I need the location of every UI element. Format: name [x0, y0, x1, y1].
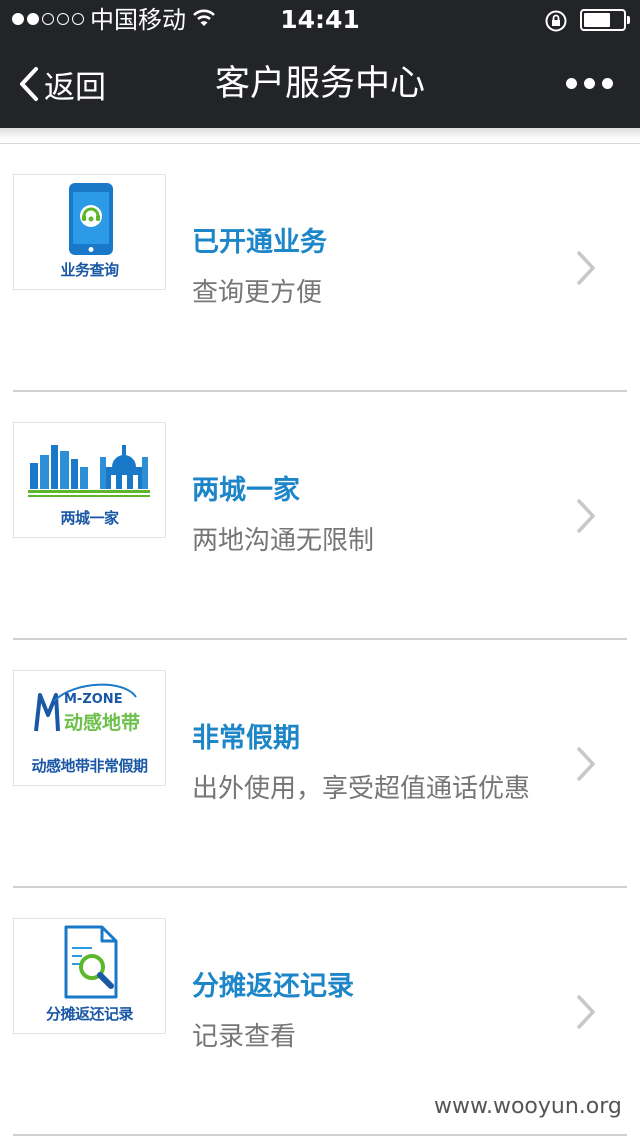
item-description: 查询更方便	[192, 278, 323, 308]
chevron-right-icon	[577, 251, 595, 285]
item-description: 记录查看	[192, 1022, 297, 1052]
thumbnail: 两城一家	[13, 422, 166, 538]
thumbnail: 业务查询	[13, 174, 166, 290]
chevron-right-icon	[577, 747, 595, 781]
item-title: 已开通业务	[192, 227, 327, 258]
thumbnail: 分摊返还记录	[13, 918, 166, 1034]
logo-text: M-ZONE	[64, 692, 123, 707]
thumbnail-caption: 分摊返还记录	[45, 1005, 134, 1023]
battery-tip	[627, 16, 630, 24]
list-item-opened-services[interactable]: 业务查询 已开通业务 查询更方便	[0, 144, 640, 392]
battery-icon	[580, 9, 626, 31]
item-description: 出外使用，享受超值通话优惠	[192, 774, 531, 804]
rotation-lock-icon	[545, 10, 567, 32]
list-item-two-cities[interactable]: 两城一家 两城一家 两地沟通无限制	[0, 392, 640, 640]
thumbnail-caption: 两城一家	[60, 509, 119, 527]
document-search-icon	[64, 925, 118, 999]
item-description: 两地沟通无限制	[192, 526, 375, 556]
thumbnail: M-ZONE 动感地带 动感地带非常假期	[13, 670, 166, 786]
city-skyline-icon	[28, 445, 150, 497]
item-title: 非常假期	[192, 723, 300, 754]
watermark-text: www.wooyun.org	[434, 1094, 622, 1119]
item-title: 两城一家	[192, 475, 300, 506]
service-list: 业务查询 已开通业务 查询更方便 两城一家 两城一家 两地沟通无限制 M-ZON…	[0, 144, 640, 1136]
page-title: 客户服务中心	[214, 64, 425, 104]
thumbnail-caption: 业务查询	[60, 261, 119, 279]
status-bar: 中国移动 14:41	[0, 0, 640, 40]
item-title: 分摊返还记录	[192, 971, 354, 1002]
more-dots-icon[interactable]	[566, 78, 613, 89]
chevron-right-icon	[577, 499, 595, 533]
nav-shadow	[0, 128, 640, 144]
nav-bar: 返回 客户服务中心	[0, 40, 640, 128]
mzone-logo-icon: M-ZONE 动感地带	[34, 683, 140, 734]
thumbnail-caption: 动感地带非常假期	[31, 757, 148, 775]
phone-headset-icon	[69, 183, 113, 255]
logo-subtext: 动感地带	[64, 711, 140, 734]
chevron-right-icon	[577, 995, 595, 1029]
list-item-holiday[interactable]: M-ZONE 动感地带 动感地带非常假期 非常假期 出外使用，享受超值通话优惠	[0, 640, 640, 888]
